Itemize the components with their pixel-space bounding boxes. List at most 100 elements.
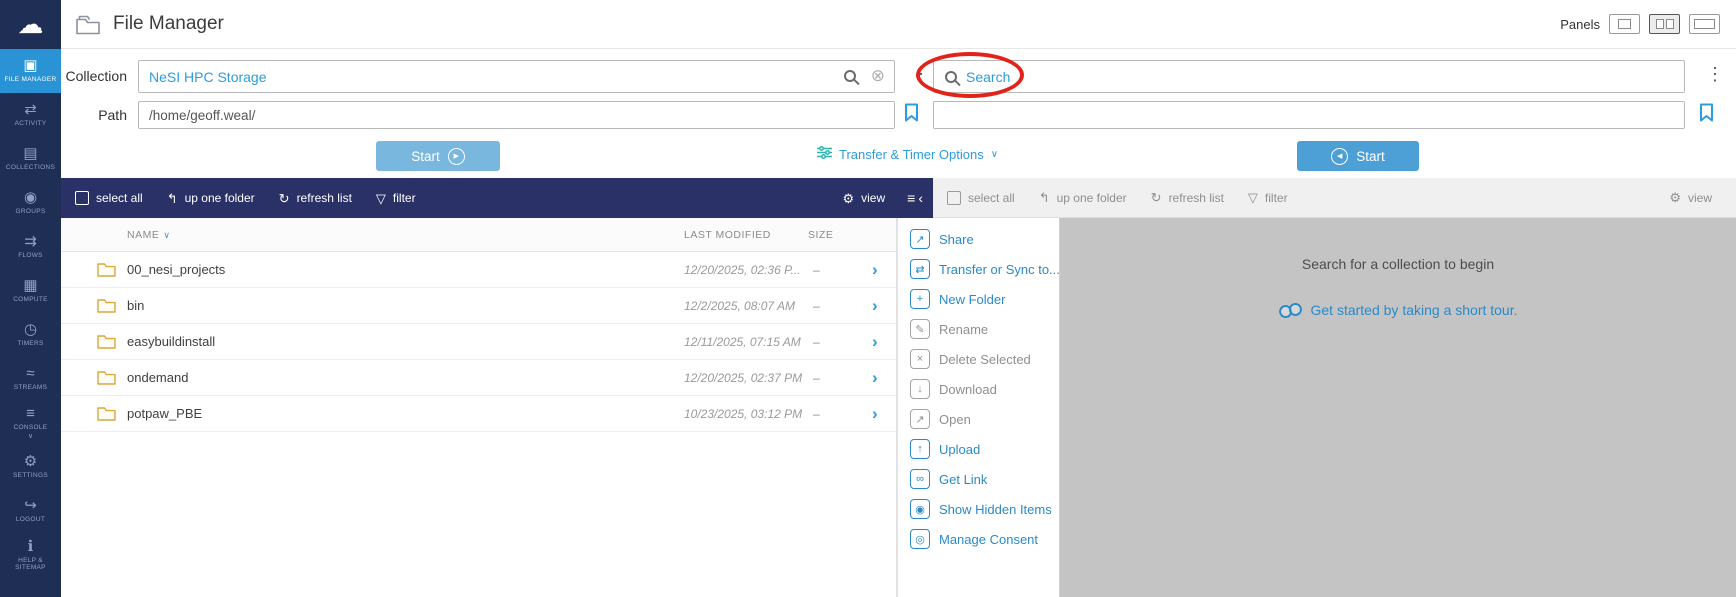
search-icon[interactable] [844, 70, 856, 82]
filter-label: filter [1264, 190, 1288, 205]
up-one-folder-button[interactable]: ↰ up one folder [167, 191, 255, 205]
panel-layout-double-button[interactable] [1649, 14, 1680, 34]
collection-field: ⊗ [138, 60, 895, 93]
upload-icon: ↑ [910, 439, 930, 459]
select-all-label: select all [968, 190, 1015, 205]
select-all-label: select all [96, 191, 143, 205]
double-panel-glyph [1665, 19, 1674, 29]
action-menu-item[interactable]: ⇄ Transfer or Sync to... [898, 254, 1060, 284]
get-link-icon: ∞ [910, 469, 930, 489]
sidebar-item[interactable]: ℹ HELP & SITEMAP ∨ [0, 533, 61, 577]
action-menu-item[interactable]: × Delete Selected [898, 344, 1059, 374]
chevron-right-icon[interactable]: › [872, 396, 878, 432]
filter-button[interactable]: ▽ filter [376, 191, 416, 205]
action-menu-item[interactable]: ◎ Manage Consent [898, 524, 1059, 554]
view-label: view [861, 191, 886, 205]
file-row[interactable]: ondemand 12/20/2025, 02:37 PM – › [61, 360, 896, 396]
sidebar-item[interactable]: ⇄ ACTIVITY ∨ [0, 93, 61, 137]
collapse-panel-button[interactable]: ≡ ‹ [907, 190, 923, 206]
folder-icon [97, 262, 116, 277]
sidebar-item[interactable]: ≡ CONSOLE ∨ [0, 401, 61, 445]
tour-link[interactable]: Get started by taking a short tour. [1060, 301, 1736, 319]
action-menu-item[interactable]: ∞ Get Link [898, 464, 1059, 494]
file-list-panel: NAME ∨ LAST MODIFIED SIZE 00_nesi_project… [61, 218, 897, 597]
file-size: – [813, 299, 820, 313]
chevron-right-icon[interactable]: › [872, 288, 878, 324]
collection-options-menu-icon[interactable]: ⋮ [912, 65, 930, 83]
file-name: potpaw_PBE [127, 406, 203, 421]
left-start-button[interactable]: Start ▶ [376, 141, 500, 171]
filter-button[interactable]: ▽ filter [1248, 191, 1288, 205]
action-menu-item-label: Download [939, 381, 997, 397]
file-table-header: NAME ∨ LAST MODIFIED SIZE [61, 218, 896, 252]
chevron-right-icon[interactable]: › [872, 324, 878, 360]
sidebar-item[interactable]: ◷ TIMERS ∨ [0, 313, 61, 357]
refresh-list-button[interactable]: ↻ refresh list [1151, 191, 1224, 205]
file-row[interactable]: 00_nesi_projects 12/20/2025, 02:36 P... … [61, 252, 896, 288]
action-menu-item[interactable]: ↗ Open [898, 404, 1059, 434]
filter-icon: ▽ [1247, 190, 1258, 205]
path-input[interactable] [138, 101, 895, 129]
select-all-checkbox[interactable] [947, 190, 961, 205]
column-header-size[interactable]: SIZE [808, 218, 833, 252]
view-button[interactable]: ⚙ view [842, 191, 885, 205]
sidebar-item[interactable]: ⚙ SETTINGS ∨ [0, 445, 61, 489]
open-icon: ↗ [910, 409, 930, 429]
collection-input[interactable] [139, 68, 894, 85]
flows-icon: ⇉ [24, 233, 37, 251]
action-menu-item[interactable]: ✎ Rename [898, 314, 1059, 344]
activity-icon: ⇄ [24, 101, 37, 119]
column-header-modified[interactable]: LAST MODIFIED [684, 218, 771, 252]
sidebar-item[interactable]: ▦ COMPUTE ∨ [0, 269, 61, 313]
collections-icon: ▤ [23, 145, 38, 163]
path-input-right[interactable] [933, 101, 1685, 129]
chevron-right-icon[interactable]: › [872, 252, 878, 288]
action-menu-item-label: Open [939, 411, 971, 427]
action-menu-item[interactable]: ↓ Download [898, 374, 1059, 404]
transfer-controls: Collection ⊗ ⋮ ⋮ Path Start ▶ Transfer &… [61, 49, 1736, 178]
search-options-menu-icon[interactable]: ⋮ [1706, 65, 1724, 83]
refresh-list-button[interactable]: ↻ refresh list [279, 191, 352, 205]
action-menu-item[interactable]: + New Folder [898, 284, 1059, 314]
view-button[interactable]: ⚙ view [1669, 191, 1712, 205]
bookmark-icon[interactable] [1699, 103, 1714, 122]
transfer-timer-options-toggle[interactable]: Transfer & Timer Options ∨ [817, 146, 998, 162]
right-start-button[interactable]: ◀ Start [1297, 141, 1419, 171]
select-all-checkbox[interactable] [75, 191, 89, 205]
action-menu-item[interactable]: ↑ Upload [898, 434, 1059, 464]
console-icon: ≡ [26, 404, 35, 422]
file-row[interactable]: potpaw_PBE 10/23/2025, 03:12 PM – › [61, 396, 896, 432]
sidebar-item[interactable]: ◉ GROUPS ∨ [0, 181, 61, 225]
action-menu-item[interactable]: ↗ Share [898, 224, 1059, 254]
select-all-control[interactable]: select all [947, 190, 1015, 205]
panel-layout-wide-button[interactable] [1689, 14, 1720, 34]
chevron-right-icon[interactable]: › [872, 360, 878, 396]
action-menu-item-label: Delete Selected [939, 351, 1031, 367]
single-panel-glyph [1618, 19, 1631, 29]
up-one-folder-button[interactable]: ↰ up one folder [1039, 191, 1127, 205]
right-file-toolbar: select all ↰ up one folder ↻ refresh lis… [933, 178, 1736, 218]
sidebar-item[interactable]: ≈ STREAMS ∨ [0, 357, 61, 401]
folder-icon [97, 370, 116, 385]
clear-icon[interactable]: ⊗ [871, 67, 885, 84]
file-row[interactable]: bin 12/2/2025, 08:07 AM – › [61, 288, 896, 324]
file-row[interactable]: easybuildinstall 12/11/2025, 07:15 AM – … [61, 324, 896, 360]
sidebar-item[interactable]: ⇉ FLOWS ∨ [0, 225, 61, 269]
folder-icon [97, 406, 116, 421]
file-size: – [813, 371, 820, 385]
sidebar-item[interactable]: ↪ LOGOUT ∨ [0, 489, 61, 533]
sidebar-item[interactable]: ▤ COLLECTIONS ∨ [0, 137, 61, 181]
refresh-icon: ↻ [1150, 190, 1162, 205]
empty-state-message: Search for a collection to begin [1301, 256, 1495, 272]
column-header-name[interactable]: NAME ∨ [127, 218, 170, 252]
panel-layout-single-button[interactable] [1609, 14, 1640, 34]
bookmark-icon[interactable] [904, 103, 919, 122]
file-name: easybuildinstall [127, 334, 216, 349]
globus-logo[interactable]: ☁ [0, 0, 61, 49]
select-all-control[interactable]: select all [75, 191, 143, 205]
compute-icon: ▦ [23, 277, 38, 295]
search-input[interactable] [966, 68, 1684, 85]
sidebar-item[interactable]: ▣ FILE MANAGER ∨ [0, 49, 61, 93]
action-menu-item-label: Show Hidden Items [939, 501, 1052, 517]
action-menu-item[interactable]: ◉ Show Hidden Items [898, 494, 1059, 524]
